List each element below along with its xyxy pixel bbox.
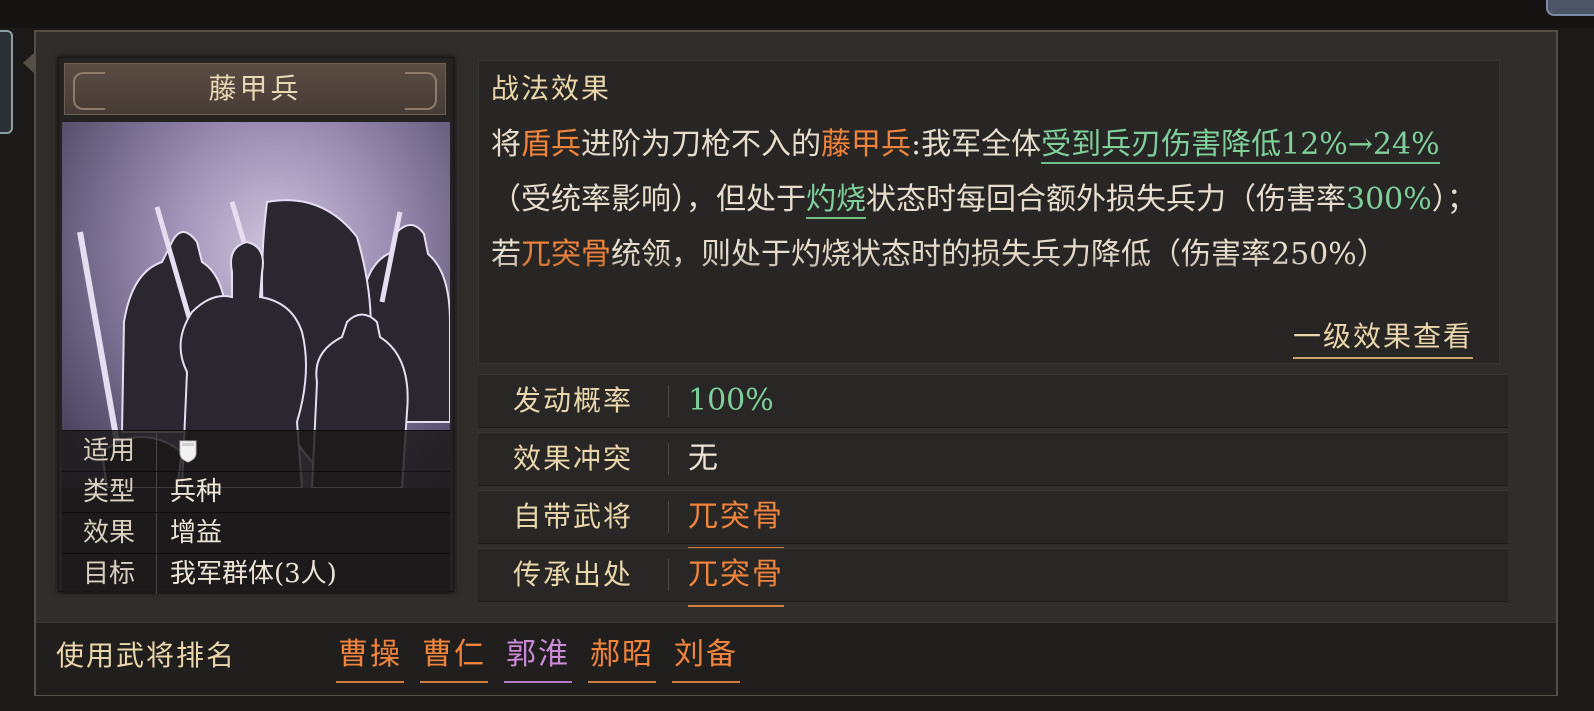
effect-box: 战法效果 将盾兵进阶为刀枪不入的藤甲兵:我军全体受到兵刃伤害降低12%→24% （… [478,60,1500,364]
attr-label: 目标 [62,554,157,594]
ranking-general-4[interactable]: 郝昭 [588,633,656,683]
panel-pointer [23,52,35,74]
divider [668,385,669,417]
text: 将 [491,127,521,162]
text: 进阶为刀枪不入的 [581,127,821,162]
ranking-general-2[interactable]: 曹仁 [420,633,488,683]
attr-value: 增益 [170,518,223,548]
text: :我军全体 [911,127,1042,162]
effect-title: 战法效果 [491,72,612,105]
attr-value: 兵种 [170,477,223,507]
ranking-list: 曹操 曹仁 郭淮 郝昭 刘备 [336,633,740,683]
info-label: 发动概率 [512,384,633,417]
attr-label: 类型 [62,472,157,512]
side-tab[interactable] [0,30,13,134]
inherit-source-link[interactable]: 兀突骨 [688,553,784,607]
attr-row-type: 类型 兵种 [62,471,450,512]
burn-status-tooltip[interactable]: 灼烧 [806,182,866,219]
text: 统领，则处于灼烧状态时的损失兵力降低（伤害率250%） [611,237,1387,272]
trigger-rate-value: 100% [688,383,774,418]
ranking-label: 使用武将排名 [56,639,237,672]
divider [668,501,669,533]
divider [668,559,669,591]
effect-description[interactable]: 将盾兵进阶为刀枪不入的藤甲兵:我军全体受到兵刃伤害降低12%→24% （受统率影响… [491,117,1481,311]
attr-row-target: 目标 我军群体(3人) [62,553,450,594]
ranking-general-1[interactable]: 曹操 [336,633,404,683]
skill-name: 藤甲兵 [208,72,302,105]
attr-row-applies: 适用 [62,430,450,471]
info-row-trigger-rate: 发动概率 100% [478,374,1508,428]
corner-tab[interactable] [1546,0,1594,16]
attr-label: 效果 [62,513,157,553]
info-row-conflict: 效果冲突 无 [478,432,1508,486]
text: 状态时每回合额外损失兵力（伤害率 [866,182,1346,217]
info-label: 效果冲突 [512,442,633,475]
ranking-general-3[interactable]: 郭淮 [504,633,572,683]
info-label: 自带武将 [512,500,633,533]
top-strip [0,0,1594,28]
keyword-shield-troop: 盾兵 [521,127,581,162]
ranking-general-5[interactable]: 刘备 [672,633,740,683]
damage-rate-value: 300% [1346,182,1432,217]
info-label: 传承出处 [512,558,633,591]
card-title-bar: 藤甲兵 [64,63,446,115]
default-general-link[interactable]: 兀突骨 [688,495,784,549]
skill-card: 藤甲兵 适用 类型 兵种 效果 增益 目标 我军群体(3人) [58,57,454,594]
divider [668,443,669,475]
attr-value: 我军群体(3人) [170,559,337,589]
attr-row-effect: 效果 增益 [62,512,450,553]
attr-label: 适用 [62,431,157,471]
info-row-default-general: 自带武将 兀突骨 [478,490,1508,549]
view-level-one-effect-link[interactable]: 一级效果查看 [1292,315,1473,359]
damage-reduction-tooltip[interactable]: 受到兵刃伤害降低12%→24% [1041,127,1440,164]
skill-attributes: 适用 类型 兵种 效果 增益 目标 我军群体(3人) [62,430,450,594]
conflict-value: 无 [688,441,718,476]
shield-icon [179,440,197,463]
general-usage-ranking: 使用武将排名 曹操 曹仁 郭淮 郝昭 刘备 [36,622,1556,695]
keyword-general: 兀突骨 [521,237,611,272]
text: （受统率影响），但处于 [491,182,806,217]
info-row-inherit-source: 传承出处 兀突骨 [478,548,1508,607]
keyword-rattan-troop: 藤甲兵 [821,127,911,162]
